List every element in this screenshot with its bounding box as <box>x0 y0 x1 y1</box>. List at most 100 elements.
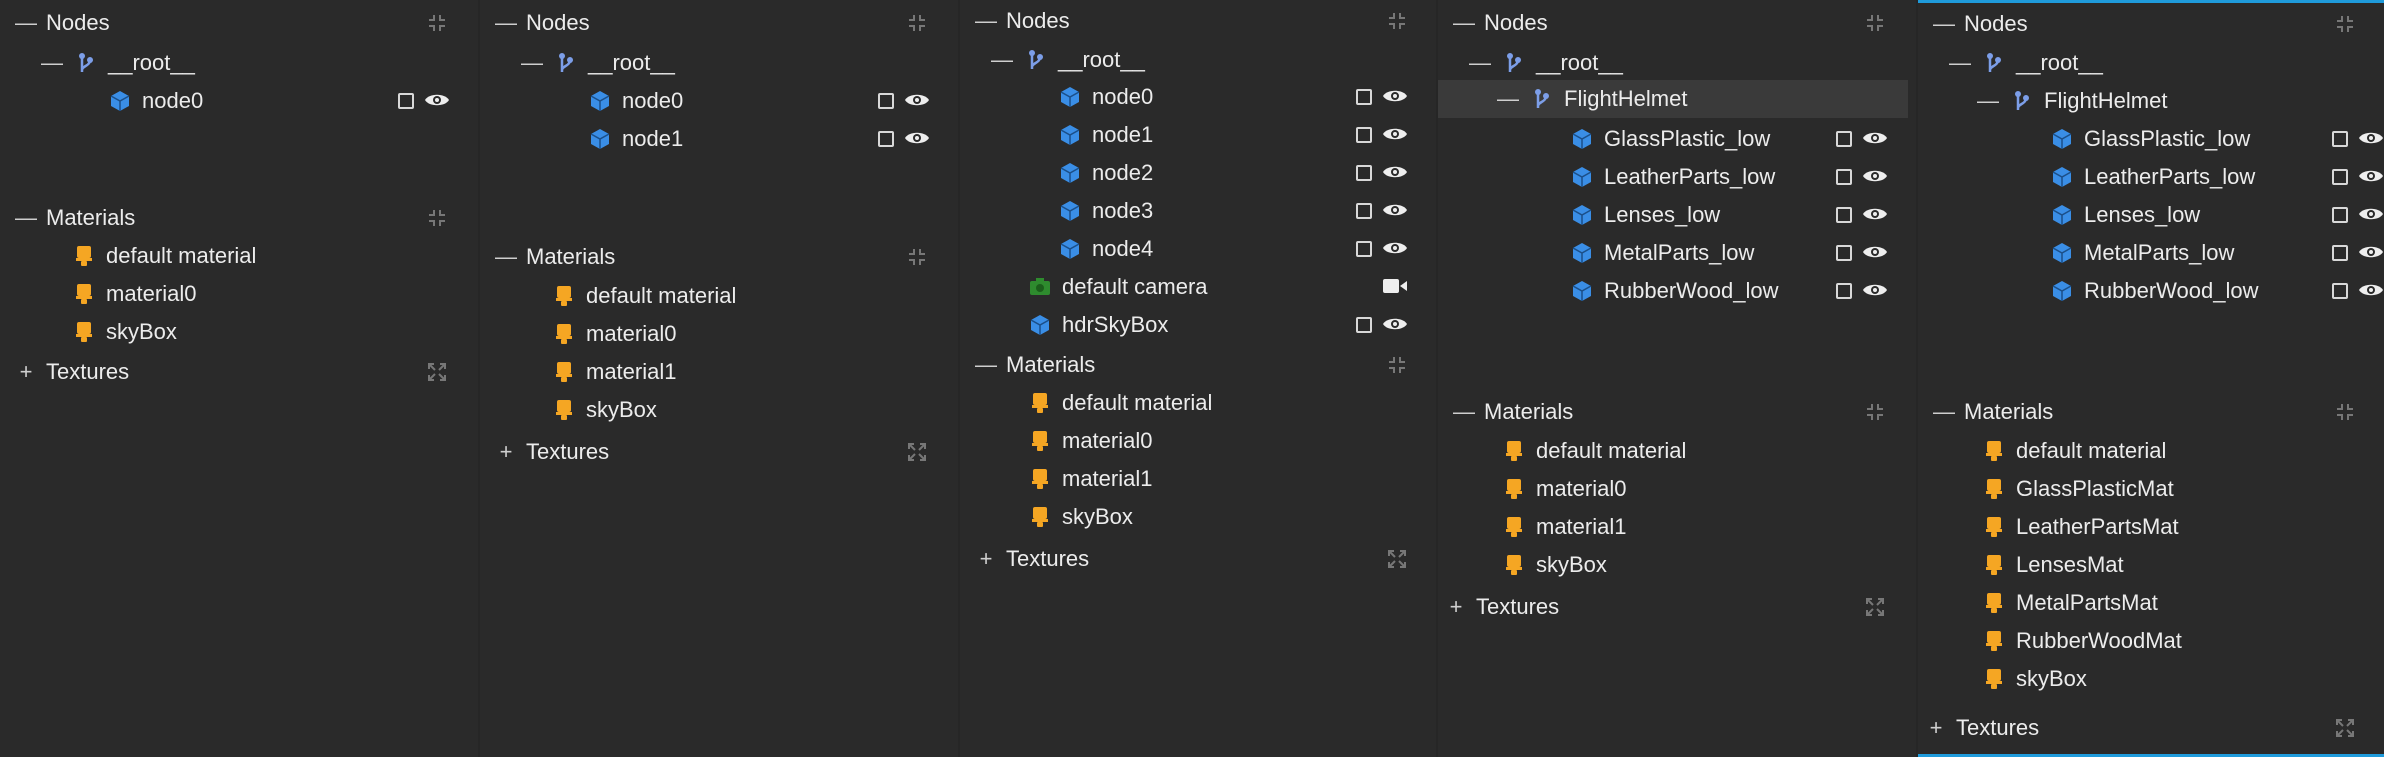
collapse-icon[interactable]: — <box>1932 11 1956 37</box>
tree-item-flighthelmet[interactable]: — FlightHelmet <box>1438 80 1908 118</box>
material-item[interactable]: LeatherPartsMat <box>1980 508 2179 546</box>
bounding-box-checkbox[interactable] <box>2332 283 2348 299</box>
expand-arrows-icon[interactable] <box>2336 709 2354 747</box>
materials-section-header[interactable]: — Materials <box>1452 393 1902 431</box>
expand-arrows-icon[interactable] <box>1866 588 1884 626</box>
expand-arrows-icon[interactable] <box>428 353 446 391</box>
bounding-box-checkbox[interactable] <box>1356 89 1372 105</box>
textures-section-header[interactable]: + Textures <box>974 540 1424 578</box>
bounding-box-checkbox[interactable] <box>398 93 414 109</box>
video-camera-icon[interactable] <box>1382 274 1408 300</box>
eye-icon[interactable] <box>2358 164 2384 190</box>
material-item[interactable]: material1 <box>1500 508 1626 546</box>
bounding-box-checkbox[interactable] <box>2332 131 2348 147</box>
bounding-box-checkbox[interactable] <box>1356 203 1372 219</box>
eye-icon[interactable] <box>2358 278 2384 304</box>
tree-item-root[interactable]: — __root__ <box>1468 44 1888 82</box>
expand-icon[interactable]: + <box>14 359 38 385</box>
collapse-arrows-icon[interactable] <box>908 4 926 42</box>
tree-item-node[interactable]: node4 <box>1056 230 1422 268</box>
eye-icon[interactable] <box>904 126 930 152</box>
tree-item-node[interactable]: MetalParts_low <box>1568 234 1902 272</box>
tree-item-node[interactable]: RubberWood_low <box>1568 272 1902 310</box>
bounding-box-checkbox[interactable] <box>1836 245 1852 261</box>
tree-item-node[interactable]: LeatherParts_low <box>1568 158 1902 196</box>
material-item[interactable]: default material <box>1026 384 1212 422</box>
bounding-box-checkbox[interactable] <box>1356 317 1372 333</box>
expand-icon[interactable]: + <box>1924 715 1948 741</box>
tree-item-node[interactable]: node0 <box>106 82 464 120</box>
collapse-arrows-icon[interactable] <box>1388 346 1406 384</box>
bounding-box-checkbox[interactable] <box>2332 169 2348 185</box>
eye-icon[interactable] <box>424 88 450 114</box>
material-item[interactable]: skyBox <box>70 313 177 351</box>
material-item[interactable]: skyBox <box>1500 546 1607 584</box>
bounding-box-checkbox[interactable] <box>878 93 894 109</box>
eye-icon[interactable] <box>2358 126 2384 152</box>
tree-item-node[interactable]: node1 <box>1056 116 1422 154</box>
material-item[interactable]: material1 <box>550 353 676 391</box>
bounding-box-checkbox[interactable] <box>878 131 894 147</box>
material-item[interactable]: material0 <box>1026 422 1152 460</box>
material-item[interactable]: material0 <box>550 315 676 353</box>
bounding-box-checkbox[interactable] <box>1356 127 1372 143</box>
tree-item-root[interactable]: — __root__ <box>990 41 1410 79</box>
tree-item-node[interactable]: node0 <box>586 82 944 120</box>
material-item[interactable]: GlassPlasticMat <box>1980 470 2174 508</box>
material-item[interactable]: material1 <box>1026 460 1152 498</box>
nodes-section-header[interactable]: — Nodes <box>1932 5 2372 43</box>
expand-arrows-icon[interactable] <box>908 433 926 471</box>
bounding-box-checkbox[interactable] <box>1836 283 1852 299</box>
collapse-icon[interactable]: — <box>1452 399 1476 425</box>
tree-item-root[interactable]: — __root__ <box>520 44 940 82</box>
eye-icon[interactable] <box>2358 202 2384 228</box>
material-item[interactable]: default material <box>1980 432 2166 470</box>
material-item[interactable]: default material <box>550 277 736 315</box>
tree-item-node[interactable]: RubberWood_low <box>2048 272 2383 310</box>
eye-icon[interactable] <box>1382 236 1408 262</box>
tree-item-node[interactable]: hdrSkyBox <box>1026 306 1422 344</box>
collapse-arrows-icon[interactable] <box>1866 4 1884 42</box>
collapse-arrows-icon[interactable] <box>2336 5 2354 43</box>
collapse-icon[interactable]: — <box>1932 399 1956 425</box>
textures-section-header[interactable]: + Textures <box>1924 709 2372 747</box>
bounding-box-checkbox[interactable] <box>2332 245 2348 261</box>
bounding-box-checkbox[interactable] <box>1836 207 1852 223</box>
collapse-icon[interactable]: — <box>1468 50 1492 76</box>
eye-icon[interactable] <box>1382 198 1408 224</box>
eye-icon[interactable] <box>1862 240 1888 266</box>
eye-icon[interactable] <box>1862 164 1888 190</box>
bounding-box-checkbox[interactable] <box>2332 207 2348 223</box>
bounding-box-checkbox[interactable] <box>1356 165 1372 181</box>
eye-icon[interactable] <box>1382 160 1408 186</box>
collapse-icon[interactable]: — <box>1452 10 1476 36</box>
collapse-arrows-icon[interactable] <box>908 238 926 276</box>
tree-item-node[interactable]: MetalParts_low <box>2048 234 2383 272</box>
tree-item-node[interactable]: node2 <box>1056 154 1422 192</box>
material-item[interactable]: default material <box>1500 432 1686 470</box>
expand-icon[interactable]: + <box>1444 594 1468 620</box>
eye-icon[interactable] <box>904 88 930 114</box>
materials-section-header[interactable]: — Materials <box>974 346 1424 384</box>
collapse-arrows-icon[interactable] <box>428 4 446 42</box>
tree-item-node[interactable]: node3 <box>1056 192 1422 230</box>
collapse-arrows-icon[interactable] <box>428 199 446 237</box>
collapse-icon[interactable]: — <box>974 8 998 34</box>
material-item[interactable]: RubberWoodMat <box>1980 622 2182 660</box>
bounding-box-checkbox[interactable] <box>1836 131 1852 147</box>
eye-icon[interactable] <box>1862 126 1888 152</box>
collapse-icon[interactable]: — <box>520 50 544 76</box>
collapse-icon[interactable]: — <box>990 47 1014 73</box>
nodes-section-header[interactable]: — Nodes <box>1452 4 1902 42</box>
material-item[interactable]: material0 <box>70 275 196 313</box>
bounding-box-checkbox[interactable] <box>1356 241 1372 257</box>
material-item[interactable]: skyBox <box>1980 660 2087 698</box>
eye-icon[interactable] <box>1382 122 1408 148</box>
eye-icon[interactable] <box>1862 202 1888 228</box>
collapse-arrows-icon[interactable] <box>1388 2 1406 40</box>
tree-item-node[interactable]: GlassPlastic_low <box>2048 120 2383 158</box>
collapse-arrows-icon[interactable] <box>2336 393 2354 431</box>
expand-arrows-icon[interactable] <box>1388 540 1406 578</box>
tree-item-root[interactable]: — __root__ <box>40 44 460 82</box>
collapse-icon[interactable]: — <box>974 352 998 378</box>
